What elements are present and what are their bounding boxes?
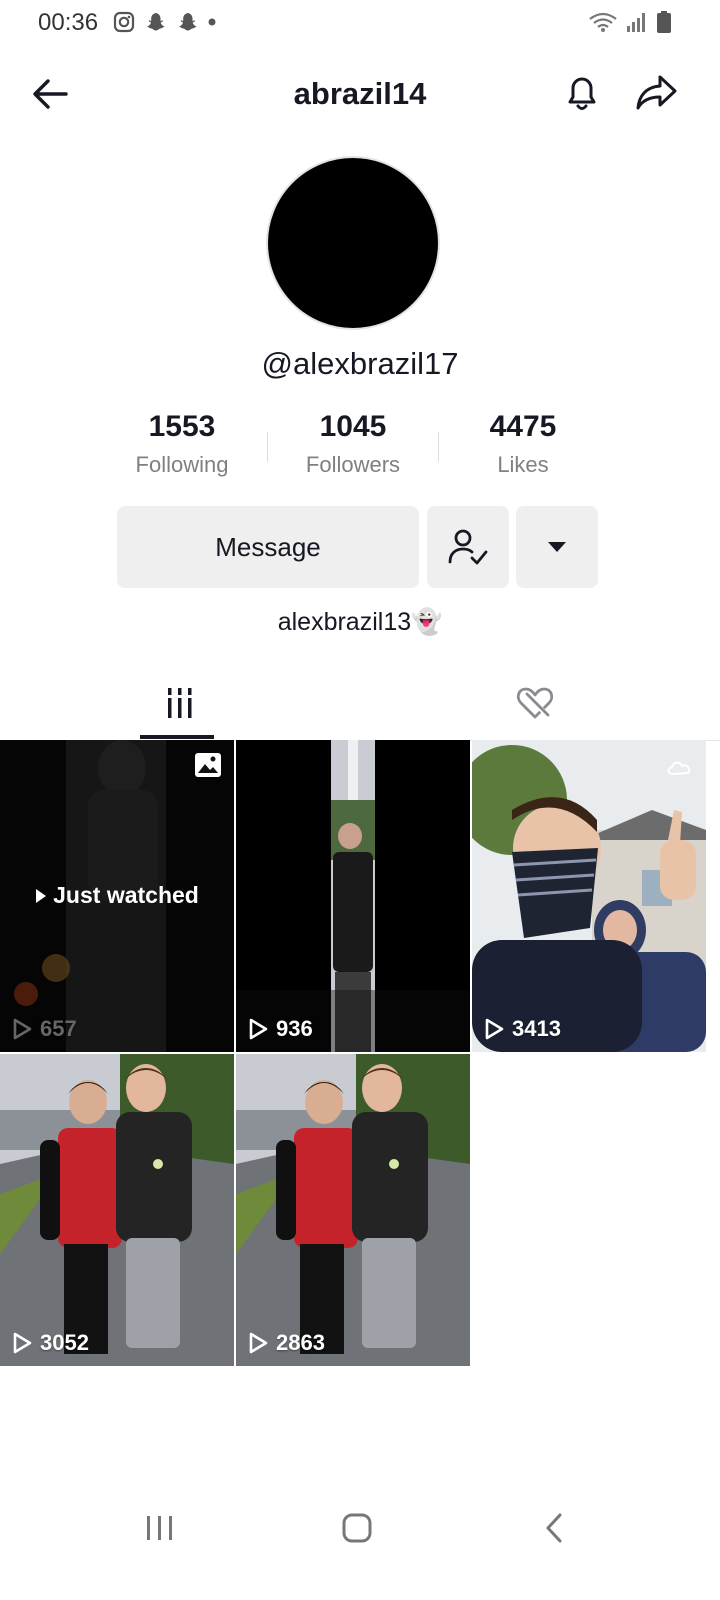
user-check-icon xyxy=(448,529,488,565)
play-outline-icon xyxy=(249,1332,268,1354)
just-watched-text: Just watched xyxy=(53,882,199,908)
video-tile[interactable]: 3052 xyxy=(0,1054,234,1366)
view-count: 2863 xyxy=(248,1330,325,1356)
video-tile[interactable]: 3413 xyxy=(472,740,706,1052)
page-title: abrazil14 xyxy=(293,76,427,111)
profile-bio: alexbrazil13👻 xyxy=(277,608,443,636)
view-count: 936 xyxy=(248,1016,313,1042)
home-button[interactable] xyxy=(335,1506,379,1550)
view-count-text: 657 xyxy=(40,1016,77,1041)
stat-divider xyxy=(438,432,439,462)
status-notification-icons xyxy=(113,10,217,34)
profile-actions: Message xyxy=(0,506,720,588)
dot-icon xyxy=(208,18,216,26)
snapchat-icon xyxy=(147,13,165,31)
active-tab-indicator xyxy=(140,735,214,739)
signal-icon xyxy=(627,13,645,32)
video-tile[interactable]: 936 xyxy=(236,740,470,1052)
following-button[interactable] xyxy=(427,506,509,588)
video-tile[interactable]: 2863 xyxy=(236,1054,470,1366)
recent-apps-button[interactable] xyxy=(138,1506,182,1550)
video-thumbnail xyxy=(236,1054,470,1366)
just-watched-label: Just watched xyxy=(0,882,234,909)
recent-apps-icon xyxy=(147,1516,172,1540)
stat-label: Followers xyxy=(305,452,401,477)
stat-value: 1553 xyxy=(148,410,216,443)
stat-likes[interactable]: 4475 Likes xyxy=(443,410,603,478)
view-count-text: 3413 xyxy=(512,1016,561,1041)
top-bar: abrazil14 xyxy=(0,56,720,130)
view-count-text: 2863 xyxy=(276,1330,325,1355)
video-tile[interactable]: Just watched 657 xyxy=(0,740,234,1052)
message-button[interactable]: Message xyxy=(117,506,419,588)
cloud-icon xyxy=(667,761,691,776)
wifi-icon xyxy=(589,12,617,32)
bell-icon xyxy=(568,77,596,110)
view-count: 3052 xyxy=(12,1330,89,1356)
view-count: 3413 xyxy=(484,1016,561,1042)
play-triangle-icon xyxy=(36,888,47,903)
stat-followers[interactable]: 1045 Followers xyxy=(273,410,433,478)
share-arrow-icon xyxy=(636,75,677,110)
caret-down-icon xyxy=(548,542,566,552)
battery-icon xyxy=(657,11,671,33)
system-nav-bar xyxy=(0,1488,720,1564)
stat-divider xyxy=(267,432,268,462)
tab-liked[interactable] xyxy=(355,665,715,741)
status-system-icons xyxy=(588,10,672,34)
profile-handle: @alexbrazil17 xyxy=(261,346,459,381)
chevron-left-icon xyxy=(546,1513,562,1543)
view-count-text: 936 xyxy=(276,1016,313,1041)
system-back-button[interactable] xyxy=(532,1506,576,1550)
video-thumbnail xyxy=(236,740,470,1052)
notifications-button[interactable] xyxy=(560,70,604,114)
video-thumbnail xyxy=(0,1054,234,1366)
share-button[interactable] xyxy=(634,70,678,114)
play-outline-icon xyxy=(13,1332,32,1354)
home-icon xyxy=(342,1513,372,1543)
play-outline-icon xyxy=(249,1018,268,1040)
stat-value: 1045 xyxy=(319,410,387,443)
view-count-text: 3052 xyxy=(40,1330,89,1355)
stat-label: Following xyxy=(135,452,229,477)
suggested-accounts-button[interactable] xyxy=(516,506,598,588)
play-outline-icon xyxy=(13,1018,32,1040)
snapchat-icon xyxy=(179,13,197,31)
tab-videos[interactable] xyxy=(0,665,360,741)
profile-tabs xyxy=(0,665,720,741)
instagram-icon xyxy=(113,11,135,33)
status-bar: 00:36 xyxy=(0,0,720,46)
stat-label: Likes xyxy=(497,452,549,477)
grid-icon xyxy=(165,688,195,718)
stat-following[interactable]: 1553 Following xyxy=(102,410,262,478)
video-thumbnail xyxy=(472,740,706,1052)
stat-value: 4475 xyxy=(489,410,557,443)
image-icon xyxy=(195,753,221,777)
view-count: 657 xyxy=(12,1016,77,1042)
play-outline-icon xyxy=(485,1018,504,1040)
status-time: 00:36 xyxy=(38,9,99,36)
profile-stats: 1553 Following 1045 Followers 4475 Likes xyxy=(0,410,720,490)
hidden-heart-icon xyxy=(516,687,554,719)
avatar[interactable] xyxy=(266,156,440,330)
